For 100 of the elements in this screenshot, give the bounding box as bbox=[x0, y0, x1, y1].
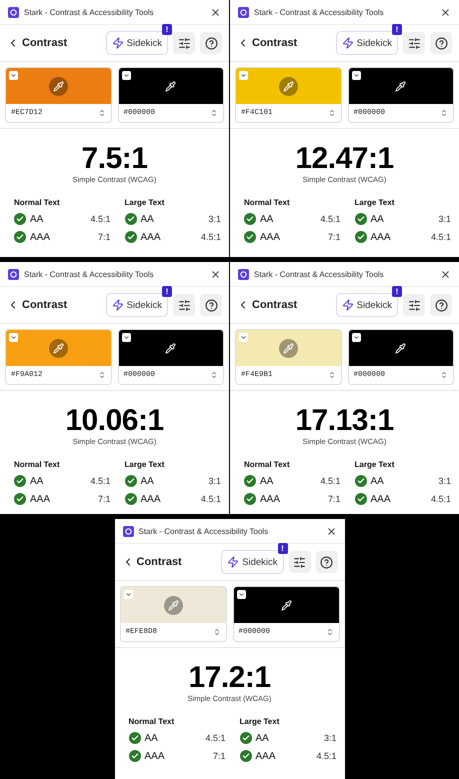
ratio-threshold: 4.5:1 bbox=[200, 494, 221, 504]
ratio-threshold: 3:1 bbox=[438, 214, 451, 224]
close-icon[interactable] bbox=[210, 268, 221, 280]
help-icon bbox=[204, 298, 218, 312]
collapse-toggle[interactable] bbox=[236, 590, 246, 599]
help-icon bbox=[434, 298, 448, 312]
settings-button[interactable] bbox=[288, 551, 310, 573]
chevron-down-icon bbox=[10, 72, 17, 79]
back-button[interactable]: Contrast bbox=[237, 37, 331, 49]
ratio-threshold: 4.5:1 bbox=[200, 232, 221, 242]
group-heading: Large Text bbox=[240, 717, 280, 726]
wcag-level: AAA bbox=[260, 494, 282, 504]
window-title: Stark - Contrast & Accessibility Tools bbox=[24, 8, 155, 16]
eyedropper-icon bbox=[165, 342, 176, 354]
chevron-down-icon bbox=[122, 334, 130, 341]
ratio-threshold: 4.5:1 bbox=[430, 494, 451, 504]
close-icon[interactable] bbox=[326, 526, 336, 536]
lightning-icon bbox=[227, 556, 240, 568]
lightning-icon bbox=[112, 299, 124, 311]
help-icon bbox=[434, 36, 448, 50]
wcag-level: AA bbox=[260, 476, 274, 486]
stepper-icon bbox=[440, 371, 448, 379]
ratio-threshold: 7:1 bbox=[328, 232, 340, 242]
contrast-ratio: 12.47:1 bbox=[295, 143, 394, 175]
ratio-threshold: 3:1 bbox=[438, 476, 451, 486]
close-icon[interactable] bbox=[210, 6, 221, 18]
group-heading: Large Text bbox=[124, 460, 166, 469]
eyedropper-icon bbox=[282, 80, 294, 92]
help-button[interactable] bbox=[430, 294, 452, 316]
collapse-toggle[interactable] bbox=[9, 71, 18, 80]
notification-badge: ! bbox=[162, 286, 172, 297]
wcag-level: AAA bbox=[30, 232, 52, 242]
wcag-level: AA bbox=[140, 214, 155, 224]
back-button[interactable]: Contrast bbox=[7, 299, 101, 311]
eyedropper-icon bbox=[52, 80, 64, 92]
help-button[interactable] bbox=[430, 32, 452, 54]
back-button[interactable]: Contrast bbox=[122, 556, 216, 568]
ratio-threshold: 3:1 bbox=[208, 476, 221, 486]
help-button[interactable] bbox=[316, 551, 338, 573]
eyedropper-icon bbox=[280, 600, 292, 610]
ratio-threshold: 3:1 bbox=[324, 733, 336, 743]
group-heading: Normal Text bbox=[244, 198, 291, 207]
collapse-toggle[interactable] bbox=[239, 71, 248, 80]
back-button[interactable]: Contrast bbox=[237, 299, 331, 311]
collapse-toggle[interactable] bbox=[122, 71, 130, 80]
wcag-level: AA bbox=[30, 476, 44, 486]
notification-badge: ! bbox=[392, 286, 402, 297]
close-icon[interactable] bbox=[440, 268, 451, 280]
wcag-level: AAA bbox=[370, 494, 392, 504]
contrast-ratio: 17.13:1 bbox=[295, 405, 394, 437]
collapse-toggle[interactable] bbox=[124, 590, 132, 599]
ratio-threshold: 7:1 bbox=[328, 494, 340, 504]
ratio-threshold: 4.5:1 bbox=[205, 733, 226, 743]
collapse-toggle[interactable] bbox=[239, 333, 248, 342]
chevron-down-icon bbox=[122, 72, 130, 79]
wcag-level: AAA bbox=[256, 750, 277, 762]
group-heading: Normal Text bbox=[128, 717, 176, 726]
help-icon bbox=[204, 36, 218, 50]
chevron-down-icon bbox=[240, 334, 247, 341]
help-button[interactable] bbox=[200, 32, 222, 54]
chevron-down-icon bbox=[238, 591, 244, 598]
help-button[interactable] bbox=[200, 294, 222, 316]
settings-button[interactable] bbox=[173, 294, 195, 316]
settings-button[interactable] bbox=[403, 294, 425, 316]
collapse-toggle[interactable] bbox=[352, 333, 360, 342]
ratio-threshold: 4.5:1 bbox=[90, 214, 110, 224]
stepper-icon bbox=[326, 628, 334, 636]
eyedropper-icon bbox=[282, 342, 294, 354]
app-icon bbox=[8, 6, 19, 18]
lightning-icon bbox=[342, 299, 354, 311]
collapse-toggle[interactable] bbox=[352, 71, 360, 80]
group-heading: Large Text bbox=[354, 198, 396, 207]
collapse-toggle[interactable] bbox=[9, 333, 18, 342]
ratio-threshold: 7:1 bbox=[212, 751, 226, 761]
app-icon bbox=[122, 526, 134, 536]
ratio-threshold: 7:1 bbox=[98, 494, 110, 504]
wcag-level: AAA bbox=[144, 750, 166, 762]
group-heading: Large Text bbox=[124, 198, 166, 207]
settings-button[interactable] bbox=[173, 32, 195, 54]
wcag-level: AA bbox=[144, 732, 159, 744]
wcag-level: AA bbox=[140, 476, 155, 486]
ratio-threshold: 4.5:1 bbox=[316, 751, 336, 761]
stepper-icon bbox=[328, 109, 336, 117]
notification-badge: ! bbox=[162, 24, 172, 35]
wcag-level: AA bbox=[256, 732, 270, 744]
eyedropper-icon bbox=[395, 342, 406, 354]
chevron-down-icon bbox=[352, 72, 360, 79]
close-icon[interactable] bbox=[440, 6, 451, 18]
sliders-icon bbox=[408, 36, 420, 50]
eyedropper-icon bbox=[168, 600, 178, 610]
notification-badge: ! bbox=[392, 24, 402, 35]
eyedropper-icon bbox=[165, 80, 176, 92]
back-button[interactable]: Contrast bbox=[7, 37, 101, 49]
stepper-icon bbox=[440, 109, 448, 117]
ratio-threshold: 4.5:1 bbox=[90, 476, 110, 486]
group-heading: Normal Text bbox=[14, 198, 61, 207]
ratio-threshold: 4.5:1 bbox=[320, 214, 340, 224]
settings-button[interactable] bbox=[403, 32, 425, 54]
collapse-toggle[interactable] bbox=[122, 333, 130, 342]
wcag-level: AAA bbox=[260, 232, 282, 242]
